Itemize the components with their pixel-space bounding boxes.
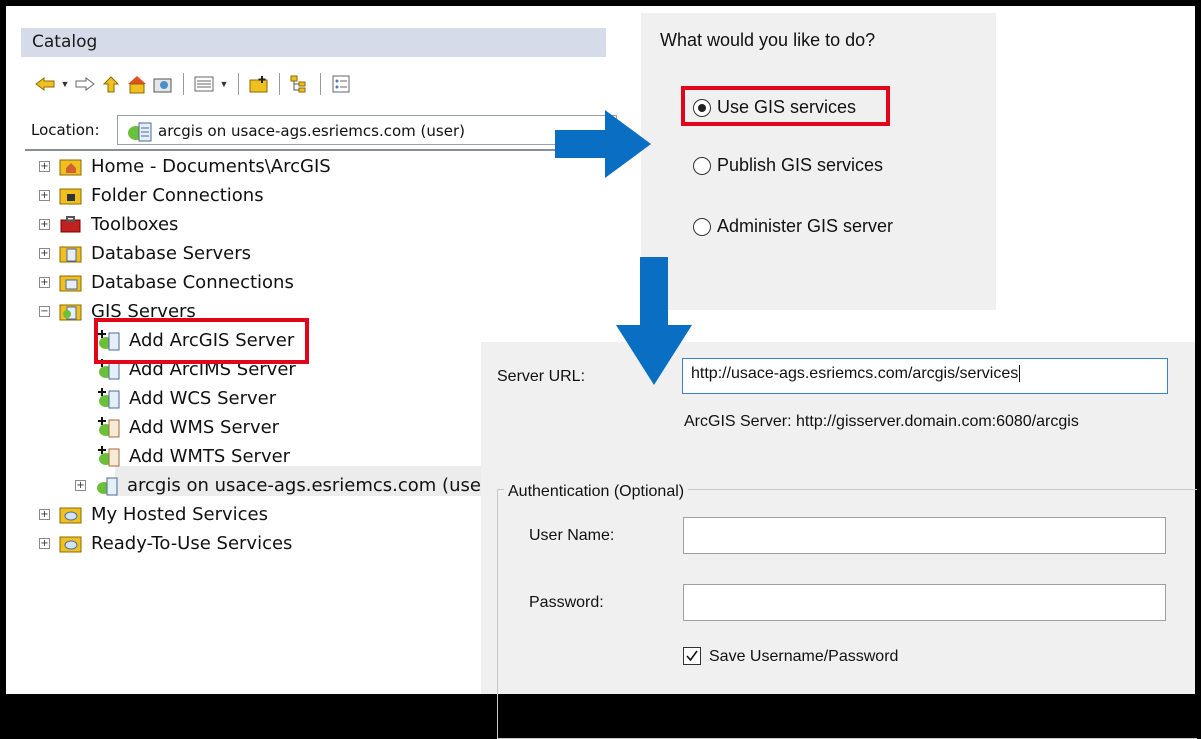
- gis-servers-folder-icon: [59, 300, 83, 322]
- expand-icon[interactable]: +: [39, 160, 50, 172]
- tree-item-label: Folder Connections: [91, 184, 264, 206]
- up-level-icon[interactable]: [99, 72, 123, 96]
- tree-divider: [25, 149, 615, 151]
- view-options-icon[interactable]: [192, 72, 216, 96]
- catalog-toolbar: ▼ ▼: [33, 69, 353, 99]
- tree-item-database-connections[interactable]: + Database Connections: [39, 268, 294, 296]
- option-publish-gis-services[interactable]: Publish GIS services: [693, 155, 883, 176]
- location-label: Location:: [31, 121, 100, 139]
- toolbar-separator: [183, 73, 184, 95]
- tree-item-label: Add WCS Server: [129, 387, 277, 409]
- add-server-icon: [97, 416, 121, 438]
- gis-server-icon: [126, 119, 154, 148]
- gis-server-icon: [95, 474, 119, 496]
- catalog-title: Catalog: [21, 28, 606, 57]
- add-server-icon: [97, 387, 121, 409]
- tree-item-add-wms-server[interactable]: Add WMS Server: [97, 413, 279, 441]
- server-url-hint: ArcGIS Server: http://gisserver.domain.c…: [684, 413, 1079, 430]
- toolbar-separator: [279, 73, 280, 95]
- back-arrow-icon[interactable]: [33, 72, 57, 96]
- checkmark-icon: [686, 650, 698, 662]
- option-label: Publish GIS services: [717, 155, 884, 175]
- location-input[interactable]: arcgis on usace-ags.esriemcs.com (user): [117, 115, 617, 145]
- expand-icon[interactable]: +: [39, 508, 50, 520]
- location-value: arcgis on usace-ags.esriemcs.com (user): [158, 122, 465, 140]
- option-label: Administer GIS server: [717, 216, 894, 236]
- location-bar: Location: arcgis on usace-ags.esriemcs.c…: [21, 115, 617, 145]
- tree-item-add-wmts-server[interactable]: Add WMTS Server: [97, 442, 290, 470]
- ready-to-use-folder-icon: [59, 532, 83, 554]
- tree-item-label: Ready-To-Use Services: [91, 532, 293, 554]
- text-cursor: [1019, 365, 1021, 382]
- expand-icon[interactable]: +: [39, 189, 50, 201]
- toolbox-icon: [59, 213, 83, 235]
- use-gis-services-highlight: [681, 86, 890, 126]
- choice-dialog: What would you like to do? Use GIS servi…: [641, 13, 996, 310]
- tree-item-label: Add WMS Server: [129, 416, 280, 438]
- username-label: User Name:: [529, 527, 615, 544]
- tree-item-label: Database Connections: [91, 271, 294, 293]
- expand-icon[interactable]: +: [39, 276, 50, 288]
- home-folder-icon[interactable]: [125, 72, 149, 96]
- database-server-icon: [59, 242, 83, 264]
- arrow-right-icon: [555, 110, 651, 178]
- save-credentials-checkbox[interactable]: [683, 647, 701, 665]
- tree-item-ready-to-use-services[interactable]: + Ready-To-Use Services: [39, 529, 292, 557]
- radio-icon[interactable]: [693, 217, 711, 236]
- tree-item-my-hosted-services[interactable]: + My Hosted Services: [39, 500, 268, 528]
- tree-item-label: Add WMTS Server: [129, 445, 291, 467]
- password-label: Password:: [529, 594, 604, 611]
- connect-folder-icon[interactable]: [151, 72, 175, 96]
- save-credentials-label: Save Username/Password: [709, 648, 899, 665]
- authentication-group-title: Authentication (Optional): [504, 483, 689, 501]
- toolbar-separator: [320, 73, 321, 95]
- collapse-icon[interactable]: −: [39, 305, 50, 317]
- tree-item-label: Toolboxes: [91, 213, 179, 235]
- toolbar-separator: [238, 73, 239, 95]
- toggle-tree-icon[interactable]: [288, 72, 312, 96]
- tree-item-label: arcgis on usace-ags.esriemcs.com (use: [127, 474, 481, 496]
- home-folder-icon: [59, 155, 83, 177]
- tree-item-label: My Hosted Services: [91, 503, 269, 525]
- add-arcgis-server-highlight: [94, 318, 309, 364]
- new-folder-icon[interactable]: [247, 72, 271, 96]
- view-dropdown-icon[interactable]: ▼: [218, 79, 230, 89]
- forward-arrow-icon[interactable]: [73, 72, 97, 96]
- server-url-label: Server URL:: [497, 368, 586, 385]
- details-list-icon[interactable]: [329, 72, 353, 96]
- expand-icon[interactable]: +: [39, 247, 50, 259]
- add-server-dialog: Server URL: http://usace-ags.esriemcs.co…: [481, 342, 1197, 739]
- back-dropdown-icon[interactable]: ▼: [59, 79, 71, 89]
- database-connection-icon: [59, 271, 83, 293]
- expand-icon[interactable]: +: [39, 218, 50, 230]
- add-server-icon: [97, 445, 121, 467]
- tree-item-folder-connections[interactable]: + Folder Connections: [39, 181, 264, 209]
- username-input[interactable]: [683, 517, 1166, 554]
- radio-icon[interactable]: [693, 156, 711, 175]
- arrow-down-icon: [616, 257, 692, 385]
- tree-item-label: Home - Documents\ArcGIS: [91, 155, 331, 177]
- tree-item-database-servers[interactable]: + Database Servers: [39, 239, 251, 267]
- password-input[interactable]: [683, 584, 1166, 621]
- tree-item-toolboxes[interactable]: + Toolboxes: [39, 210, 178, 238]
- tree-item-label: Database Servers: [91, 242, 252, 264]
- hosted-services-folder-icon: [59, 503, 83, 525]
- server-url-input[interactable]: http://usace-ags.esriemcs.com/arcgis/ser…: [682, 358, 1168, 394]
- expand-icon[interactable]: +: [39, 537, 50, 549]
- expand-icon[interactable]: +: [75, 479, 86, 491]
- folder-connection-icon: [59, 184, 83, 206]
- tree-item-home[interactable]: + Home - Documents\ArcGIS: [39, 152, 331, 180]
- tree-item-add-wcs-server[interactable]: Add WCS Server: [97, 384, 276, 412]
- choice-question: What would you like to do?: [660, 30, 876, 50]
- option-administer-gis-server[interactable]: Administer GIS server: [693, 216, 893, 237]
- server-url-value: http://usace-ags.esriemcs.com/arcgis/ser…: [691, 365, 1019, 382]
- tree-item-arcgis-connection[interactable]: + arcgis on usace-ags.esriemcs.com (use: [75, 471, 481, 499]
